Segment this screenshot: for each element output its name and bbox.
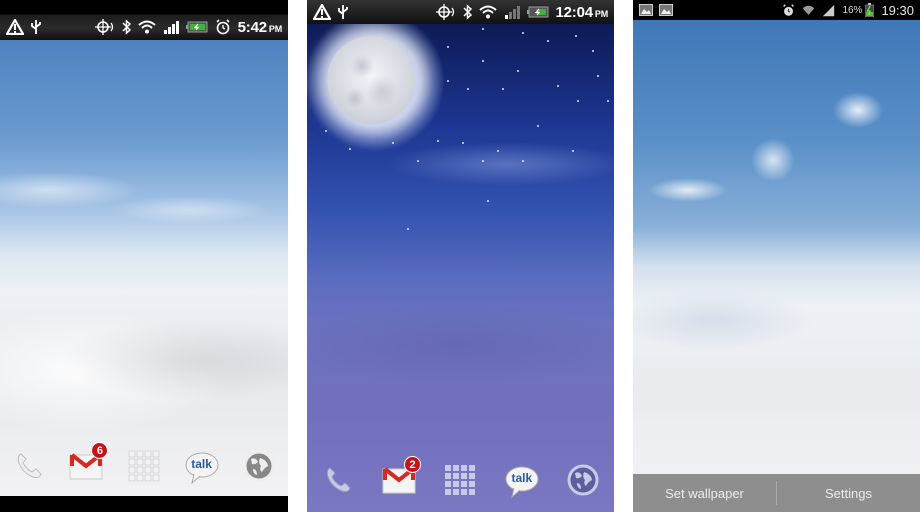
battery-percent: 16% [842, 4, 863, 16]
star [537, 125, 539, 127]
battery-charging-icon [865, 3, 875, 17]
phone-icon [14, 451, 44, 486]
signal-icon [822, 4, 835, 17]
star [417, 160, 419, 162]
star [522, 32, 524, 34]
dock-browser-button[interactable] [563, 462, 603, 502]
warning-icon [313, 4, 331, 20]
phone-icon [323, 465, 353, 500]
unread-badge: 2 [404, 456, 422, 473]
dock-gmail-button[interactable]: 2 [379, 456, 422, 502]
clock: 12:04 PM [555, 3, 609, 21]
star [592, 50, 594, 52]
status-bar: 5:42 PM [0, 0, 288, 40]
dock-talk-button[interactable]: talk [502, 462, 542, 502]
battery-charging-icon [526, 6, 549, 18]
battery-charging-icon [185, 21, 208, 33]
dock-phone-button[interactable] [318, 462, 358, 502]
star [547, 40, 549, 42]
dock-gmail-button[interactable]: 6 [66, 442, 109, 488]
app-grid-icon [444, 464, 476, 501]
wifi-icon [478, 5, 497, 19]
usb-icon [337, 4, 349, 20]
usb-icon [30, 19, 42, 35]
dock-talk-button[interactable]: talk [182, 448, 222, 488]
star [407, 228, 409, 230]
bluetooth-icon [122, 19, 131, 35]
wallpaper-preview-action-bar: Set wallpaper Settings [633, 474, 920, 512]
star [502, 88, 504, 90]
wifi-icon [802, 4, 815, 17]
star [597, 75, 599, 77]
star [577, 100, 579, 102]
dock-browser-button[interactable] [239, 448, 279, 488]
gallery-notification-icon [659, 4, 673, 16]
star [392, 142, 394, 144]
star [557, 85, 559, 87]
dock-app-drawer-button[interactable] [440, 462, 480, 502]
star [447, 80, 449, 82]
clock: 5:42 PM [237, 18, 283, 36]
signal-icon [163, 20, 179, 34]
star [437, 140, 439, 142]
star [482, 160, 484, 162]
star [487, 200, 489, 202]
star [575, 35, 577, 37]
set-wallpaper-button[interactable]: Set wallpaper [633, 486, 776, 501]
settings-button[interactable]: Settings [777, 486, 920, 501]
gps-icon [94, 19, 115, 35]
gallery-notification-icon [639, 4, 653, 16]
wallpaper-day-sky [0, 40, 288, 496]
moon [327, 36, 415, 124]
star [497, 150, 499, 152]
star [349, 148, 351, 150]
star [462, 142, 464, 144]
talk-icon: talk [185, 452, 219, 484]
nav-bar-strip [0, 496, 288, 512]
star [467, 88, 469, 90]
dock: 2 talk [307, 456, 614, 506]
wallpaper-day-sky-preview [633, 20, 920, 512]
star [607, 100, 609, 102]
globe-icon [567, 464, 599, 501]
warning-icon [6, 19, 24, 35]
wifi-icon [137, 20, 156, 34]
clock: 19:30 [881, 2, 914, 18]
status-bar: 16% 19:30 [633, 0, 920, 20]
phone-screen-night: 12:04 PM 2 talk [307, 0, 614, 512]
phone-screen-wallpaper-preview: 16% 19:30 Set wallpaper Settings [633, 0, 920, 512]
phone-screen-day: 5:42 PM 6 talk [0, 0, 288, 512]
star [522, 160, 524, 162]
gps-icon [435, 4, 456, 20]
dock-phone-button[interactable] [9, 448, 49, 488]
star [572, 150, 574, 152]
star [325, 130, 327, 132]
star [517, 70, 519, 72]
status-bar: 12:04 PM [307, 0, 614, 24]
globe-icon [243, 450, 275, 487]
star [482, 28, 484, 30]
app-grid-icon [128, 450, 160, 487]
star [447, 46, 449, 48]
bluetooth-icon [462, 4, 472, 20]
talk-icon: talk [505, 466, 539, 498]
star [482, 60, 484, 62]
unread-badge: 6 [91, 442, 109, 459]
dock: 6 talk [0, 442, 288, 492]
signal-icon [504, 5, 520, 19]
dock-app-drawer-button[interactable] [124, 448, 164, 488]
alarm-icon [782, 3, 795, 17]
alarm-icon [215, 19, 231, 35]
